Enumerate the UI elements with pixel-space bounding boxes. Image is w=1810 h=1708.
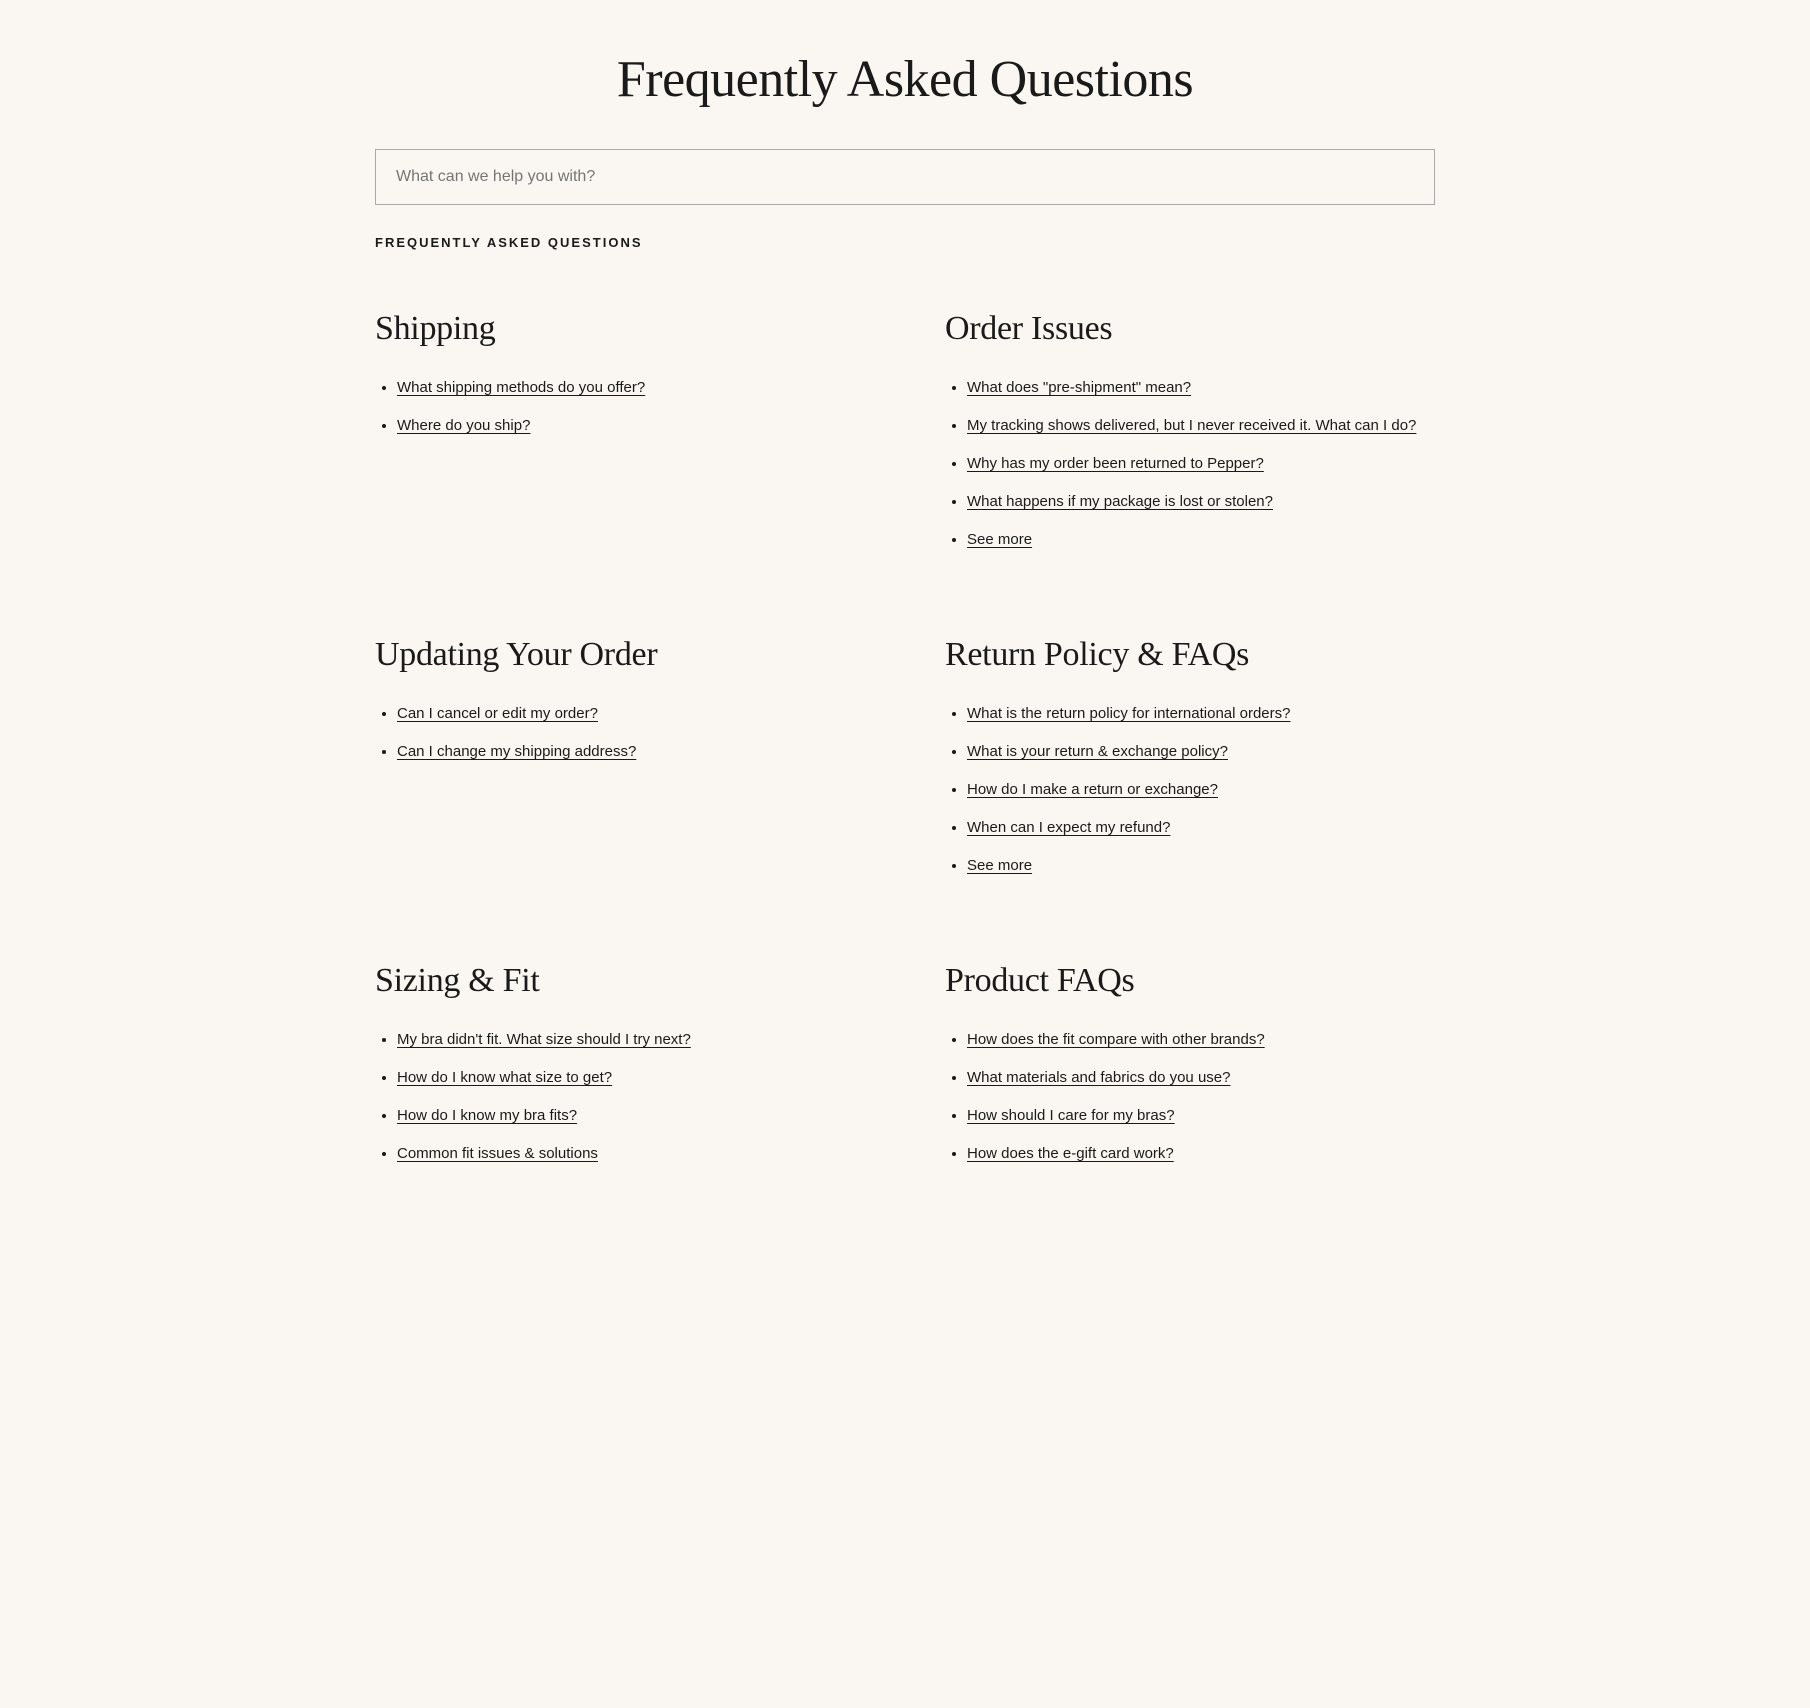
list-item: Where do you ship? <box>397 414 865 438</box>
faq-section-sizing-fit: Sizing & Fit My bra didn't fit. What size… <box>375 932 905 1220</box>
list-item: How do I know what size to get? <box>397 1066 865 1090</box>
faq-link-sizing-fit-2[interactable]: How do I know my bra fits? <box>397 1107 577 1124</box>
faq-link-sizing-fit-1[interactable]: How do I know what size to get? <box>397 1069 612 1086</box>
section-title-return-policy: Return Policy & FAQs <box>945 636 1435 674</box>
list-item: Common fit issues & solutions <box>397 1142 865 1166</box>
section-title-order-issues: Order Issues <box>945 310 1435 348</box>
section-label: FREQUENTLY ASKED QUESTIONS <box>375 235 1435 250</box>
faq-section-order-issues: Order Issues What does "pre-shipment" mea… <box>905 280 1435 606</box>
page-title: Frequently Asked Questions <box>60 0 1750 149</box>
faq-section-updating-order: Updating Your Order Can I cancel or edit … <box>375 606 905 932</box>
section-list-return-policy: What is the return policy for internatio… <box>945 702 1435 878</box>
faq-link-order-issues-1[interactable]: My tracking shows delivered, but I never… <box>967 417 1416 434</box>
list-item: My tracking shows delivered, but I never… <box>967 414 1435 438</box>
section-list-product-faqs: How does the fit compare with other bran… <box>945 1028 1435 1166</box>
list-item: Why has my order been returned to Pepper… <box>967 452 1435 476</box>
faq-section-product-faqs: Product FAQs How does the fit compare wit… <box>905 932 1435 1220</box>
section-title-updating-order: Updating Your Order <box>375 636 865 674</box>
faq-link-return-policy-0[interactable]: What is the return policy for internatio… <box>967 705 1291 722</box>
faq-link-shipping-1[interactable]: Where do you ship? <box>397 417 530 434</box>
faq-link-order-issues-0[interactable]: What does "pre-shipment" mean? <box>967 379 1191 396</box>
section-list-sizing-fit: My bra didn't fit. What size should I tr… <box>375 1028 865 1166</box>
faq-link-updating-order-0[interactable]: Can I cancel or edit my order? <box>397 705 598 722</box>
faq-link-return-policy-2[interactable]: How do I make a return or exchange? <box>967 781 1218 798</box>
list-item: See more <box>967 528 1435 552</box>
list-item: What is the return policy for internatio… <box>967 702 1435 726</box>
faq-link-return-policy-3[interactable]: When can I expect my refund? <box>967 819 1170 836</box>
faq-grid: Shipping What shipping methods do you off… <box>375 280 1435 1220</box>
faq-link-product-faqs-2[interactable]: How should I care for my bras? <box>967 1107 1175 1124</box>
faq-section-shipping: Shipping What shipping methods do you off… <box>375 280 905 606</box>
search-container <box>375 149 1435 205</box>
faq-link-sizing-fit-3[interactable]: Common fit issues & solutions <box>397 1145 598 1162</box>
list-item: How does the fit compare with other bran… <box>967 1028 1435 1052</box>
section-title-shipping: Shipping <box>375 310 865 348</box>
list-item: Can I cancel or edit my order? <box>397 702 865 726</box>
list-item: What does "pre-shipment" mean? <box>967 376 1435 400</box>
list-item: How do I know my bra fits? <box>397 1104 865 1128</box>
faq-link-product-faqs-3[interactable]: How does the e-gift card work? <box>967 1145 1174 1162</box>
search-input[interactable] <box>375 149 1435 205</box>
faq-section-return-policy: Return Policy & FAQs What is the return p… <box>905 606 1435 932</box>
list-item: Can I change my shipping address? <box>397 740 865 764</box>
faq-link-product-faqs-0[interactable]: How does the fit compare with other bran… <box>967 1031 1265 1048</box>
faq-link-order-issues-4[interactable]: See more <box>967 531 1032 548</box>
list-item: See more <box>967 854 1435 878</box>
list-item: My bra didn't fit. What size should I tr… <box>397 1028 865 1052</box>
list-item: When can I expect my refund? <box>967 816 1435 840</box>
list-item: How do I make a return or exchange? <box>967 778 1435 802</box>
faq-link-updating-order-1[interactable]: Can I change my shipping address? <box>397 743 636 760</box>
faq-link-return-policy-4[interactable]: See more <box>967 857 1032 874</box>
faq-link-product-faqs-1[interactable]: What materials and fabrics do you use? <box>967 1069 1230 1086</box>
section-list-shipping: What shipping methods do you offer? Where… <box>375 376 865 438</box>
list-item: What is your return & exchange policy? <box>967 740 1435 764</box>
list-item: How should I care for my bras? <box>967 1104 1435 1128</box>
faq-link-shipping-0[interactable]: What shipping methods do you offer? <box>397 379 645 396</box>
list-item: How does the e-gift card work? <box>967 1142 1435 1166</box>
section-list-updating-order: Can I cancel or edit my order? Can I chan… <box>375 702 865 764</box>
faq-link-order-issues-3[interactable]: What happens if my package is lost or st… <box>967 493 1273 510</box>
list-item: What shipping methods do you offer? <box>397 376 865 400</box>
list-item: What happens if my package is lost or st… <box>967 490 1435 514</box>
section-title-sizing-fit: Sizing & Fit <box>375 962 865 1000</box>
faq-link-sizing-fit-0[interactable]: My bra didn't fit. What size should I tr… <box>397 1031 691 1048</box>
faq-link-order-issues-2[interactable]: Why has my order been returned to Pepper… <box>967 455 1264 472</box>
section-title-product-faqs: Product FAQs <box>945 962 1435 1000</box>
list-item: What materials and fabrics do you use? <box>967 1066 1435 1090</box>
section-list-order-issues: What does "pre-shipment" mean? My trackin… <box>945 376 1435 552</box>
faq-link-return-policy-1[interactable]: What is your return & exchange policy? <box>967 743 1228 760</box>
